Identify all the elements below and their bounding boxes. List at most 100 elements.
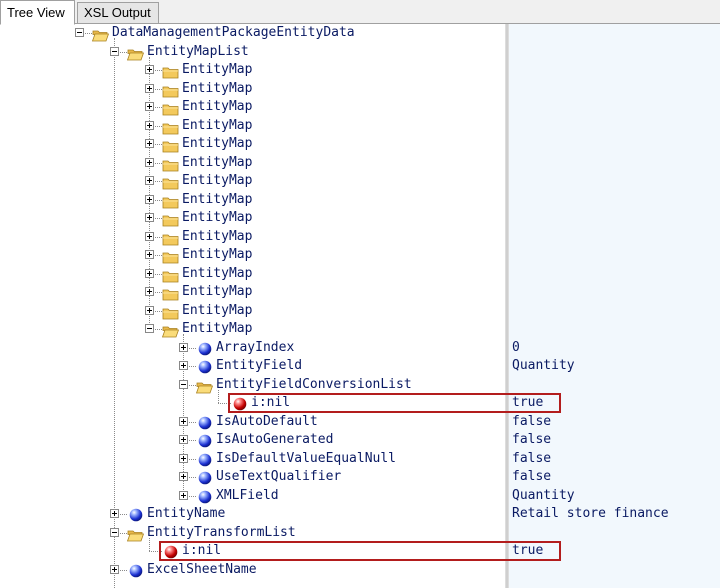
- tree-row[interactable]: EntityMap: [0, 302, 720, 320]
- tree-row[interactable]: EntityFieldConversionList: [0, 376, 720, 394]
- tree-row[interactable]: EntityMap: [0, 283, 720, 301]
- tree-row[interactable]: EntityMap: [0, 117, 720, 135]
- tree-row[interactable]: EntityMap: [0, 172, 720, 190]
- tree-row[interactable]: EntityMap: [0, 98, 720, 116]
- tree-row[interactable]: EntityMap: [0, 154, 720, 172]
- tree-row[interactable]: ArrayIndex 0: [0, 339, 720, 357]
- node-label[interactable]: IsAutoGenerated: [216, 431, 333, 449]
- node-label[interactable]: i:nil: [182, 542, 221, 560]
- tree-row[interactable]: XMLField Quantity: [0, 487, 720, 505]
- tree-row[interactable]: UseTextQualifier false: [0, 468, 720, 486]
- node-label[interactable]: EntityMap: [182, 228, 252, 246]
- tree-row[interactable]: IsDefaultValueEqualNull false: [0, 450, 720, 468]
- node-label[interactable]: EntityMap: [182, 265, 252, 283]
- tree-row[interactable]: EntityMap: [0, 246, 720, 264]
- node-label[interactable]: EntityMapList: [147, 43, 249, 61]
- node-label[interactable]: EntityField: [216, 357, 302, 375]
- expand-icon[interactable]: [179, 453, 188, 463]
- expand-icon[interactable]: [145, 157, 154, 167]
- node-label[interactable]: DataManagementPackageEntityData: [112, 24, 355, 42]
- tree-view[interactable]: DataManagementPackageEntityData EntityMap…: [0, 24, 720, 588]
- expand-icon[interactable]: [145, 305, 154, 315]
- expand-icon[interactable]: [145, 213, 154, 222]
- node-value[interactable]: Quantity: [512, 487, 575, 505]
- node-label[interactable]: EntityMap: [182, 154, 252, 172]
- node-label[interactable]: EntityTransformList: [147, 524, 296, 542]
- node-label[interactable]: EntityMap: [182, 191, 252, 209]
- tree-row[interactable]: EntityMap: [0, 61, 720, 79]
- node-label[interactable]: EntityMap: [182, 98, 252, 116]
- node-label[interactable]: UseTextQualifier: [216, 468, 341, 486]
- collapse-icon[interactable]: [110, 527, 119, 537]
- node-label[interactable]: EntityMap: [182, 61, 252, 79]
- expand-icon[interactable]: [145, 176, 154, 185]
- node-label[interactable]: ExcelSheetName: [147, 561, 257, 579]
- node-label[interactable]: ArrayIndex: [216, 339, 294, 357]
- node-label[interactable]: EntityMap: [182, 209, 252, 227]
- tree-row[interactable]: EntityMap: [0, 209, 720, 227]
- expand-icon[interactable]: [145, 65, 154, 74]
- node-label[interactable]: EntityMap: [182, 302, 252, 320]
- tree-row[interactable]: EntityMap: [0, 135, 720, 153]
- collapse-icon[interactable]: [145, 324, 154, 333]
- expand-icon[interactable]: [179, 361, 188, 370]
- node-value[interactable]: 0: [512, 339, 520, 357]
- collapse-icon[interactable]: [179, 379, 188, 389]
- expand-icon[interactable]: [145, 83, 154, 93]
- node-label[interactable]: EntityName: [147, 505, 225, 523]
- expand-icon[interactable]: [145, 194, 154, 204]
- expand-icon[interactable]: [179, 472, 188, 481]
- node-label[interactable]: XMLField: [216, 487, 279, 505]
- tree-row[interactable]: DataManagementPackageEntityData: [0, 24, 720, 42]
- expand-icon[interactable]: [179, 416, 188, 426]
- tree-row[interactable]: EntityMap: [0, 228, 720, 246]
- tree-row[interactable]: EntityMap: [0, 191, 720, 209]
- tree-row[interactable]: EntityMap: [0, 265, 720, 283]
- expand-icon[interactable]: [145, 287, 154, 296]
- node-label[interactable]: EntityFieldConversionList: [216, 376, 412, 394]
- node-label[interactable]: EntityMap: [182, 135, 252, 153]
- node-value[interactable]: false: [512, 413, 551, 431]
- tree-row[interactable]: ExcelSheetName: [0, 561, 720, 579]
- tree-row[interactable]: EntityMapList: [0, 43, 720, 61]
- tree-row[interactable]: EntityTransformList: [0, 524, 720, 542]
- node-label[interactable]: EntityMap: [182, 283, 252, 301]
- tree-row[interactable]: IsAutoGenerated false: [0, 431, 720, 449]
- expand-icon[interactable]: [145, 139, 154, 148]
- expand-icon[interactable]: [179, 490, 188, 500]
- expand-icon[interactable]: [145, 102, 154, 111]
- node-value[interactable]: Quantity: [512, 357, 575, 375]
- node-value[interactable]: Retail store finance: [512, 505, 669, 523]
- node-label[interactable]: EntityMap: [182, 320, 252, 338]
- tree-row[interactable]: i:nil true: [0, 394, 720, 412]
- expand-icon[interactable]: [145, 120, 154, 130]
- expand-icon[interactable]: [179, 342, 188, 352]
- expand-icon[interactable]: [110, 509, 119, 518]
- tree-row[interactable]: EntityMap: [0, 80, 720, 98]
- node-value[interactable]: false: [512, 450, 551, 468]
- collapse-icon[interactable]: [110, 46, 119, 56]
- tree-row[interactable]: IsAutoDefault false: [0, 413, 720, 431]
- tree-row[interactable]: EntityField Quantity: [0, 357, 720, 375]
- node-value[interactable]: false: [512, 468, 551, 486]
- tab-xsl-output[interactable]: XSL Output: [77, 2, 159, 24]
- expand-icon[interactable]: [179, 435, 188, 444]
- node-value[interactable]: false: [512, 431, 551, 449]
- collapse-icon[interactable]: [75, 28, 84, 37]
- node-label[interactable]: IsAutoDefault: [216, 413, 318, 431]
- tree-row[interactable]: EntityName Retail store finance: [0, 505, 720, 523]
- tab-tree-view[interactable]: Tree View: [0, 0, 75, 25]
- node-label[interactable]: EntityMap: [182, 117, 252, 135]
- node-label[interactable]: EntityMap: [182, 80, 252, 98]
- node-label[interactable]: i:nil: [251, 394, 290, 412]
- node-value[interactable]: true: [512, 542, 543, 560]
- tree-row[interactable]: i:nil true: [0, 542, 720, 560]
- expand-icon[interactable]: [145, 268, 154, 278]
- tree-row[interactable]: EntityMap: [0, 320, 720, 338]
- expand-icon[interactable]: [145, 231, 154, 241]
- node-label[interactable]: EntityMap: [182, 172, 252, 190]
- node-label[interactable]: IsDefaultValueEqualNull: [216, 450, 396, 468]
- expand-icon[interactable]: [110, 564, 119, 574]
- expand-icon[interactable]: [145, 250, 154, 259]
- node-label[interactable]: EntityMap: [182, 246, 252, 264]
